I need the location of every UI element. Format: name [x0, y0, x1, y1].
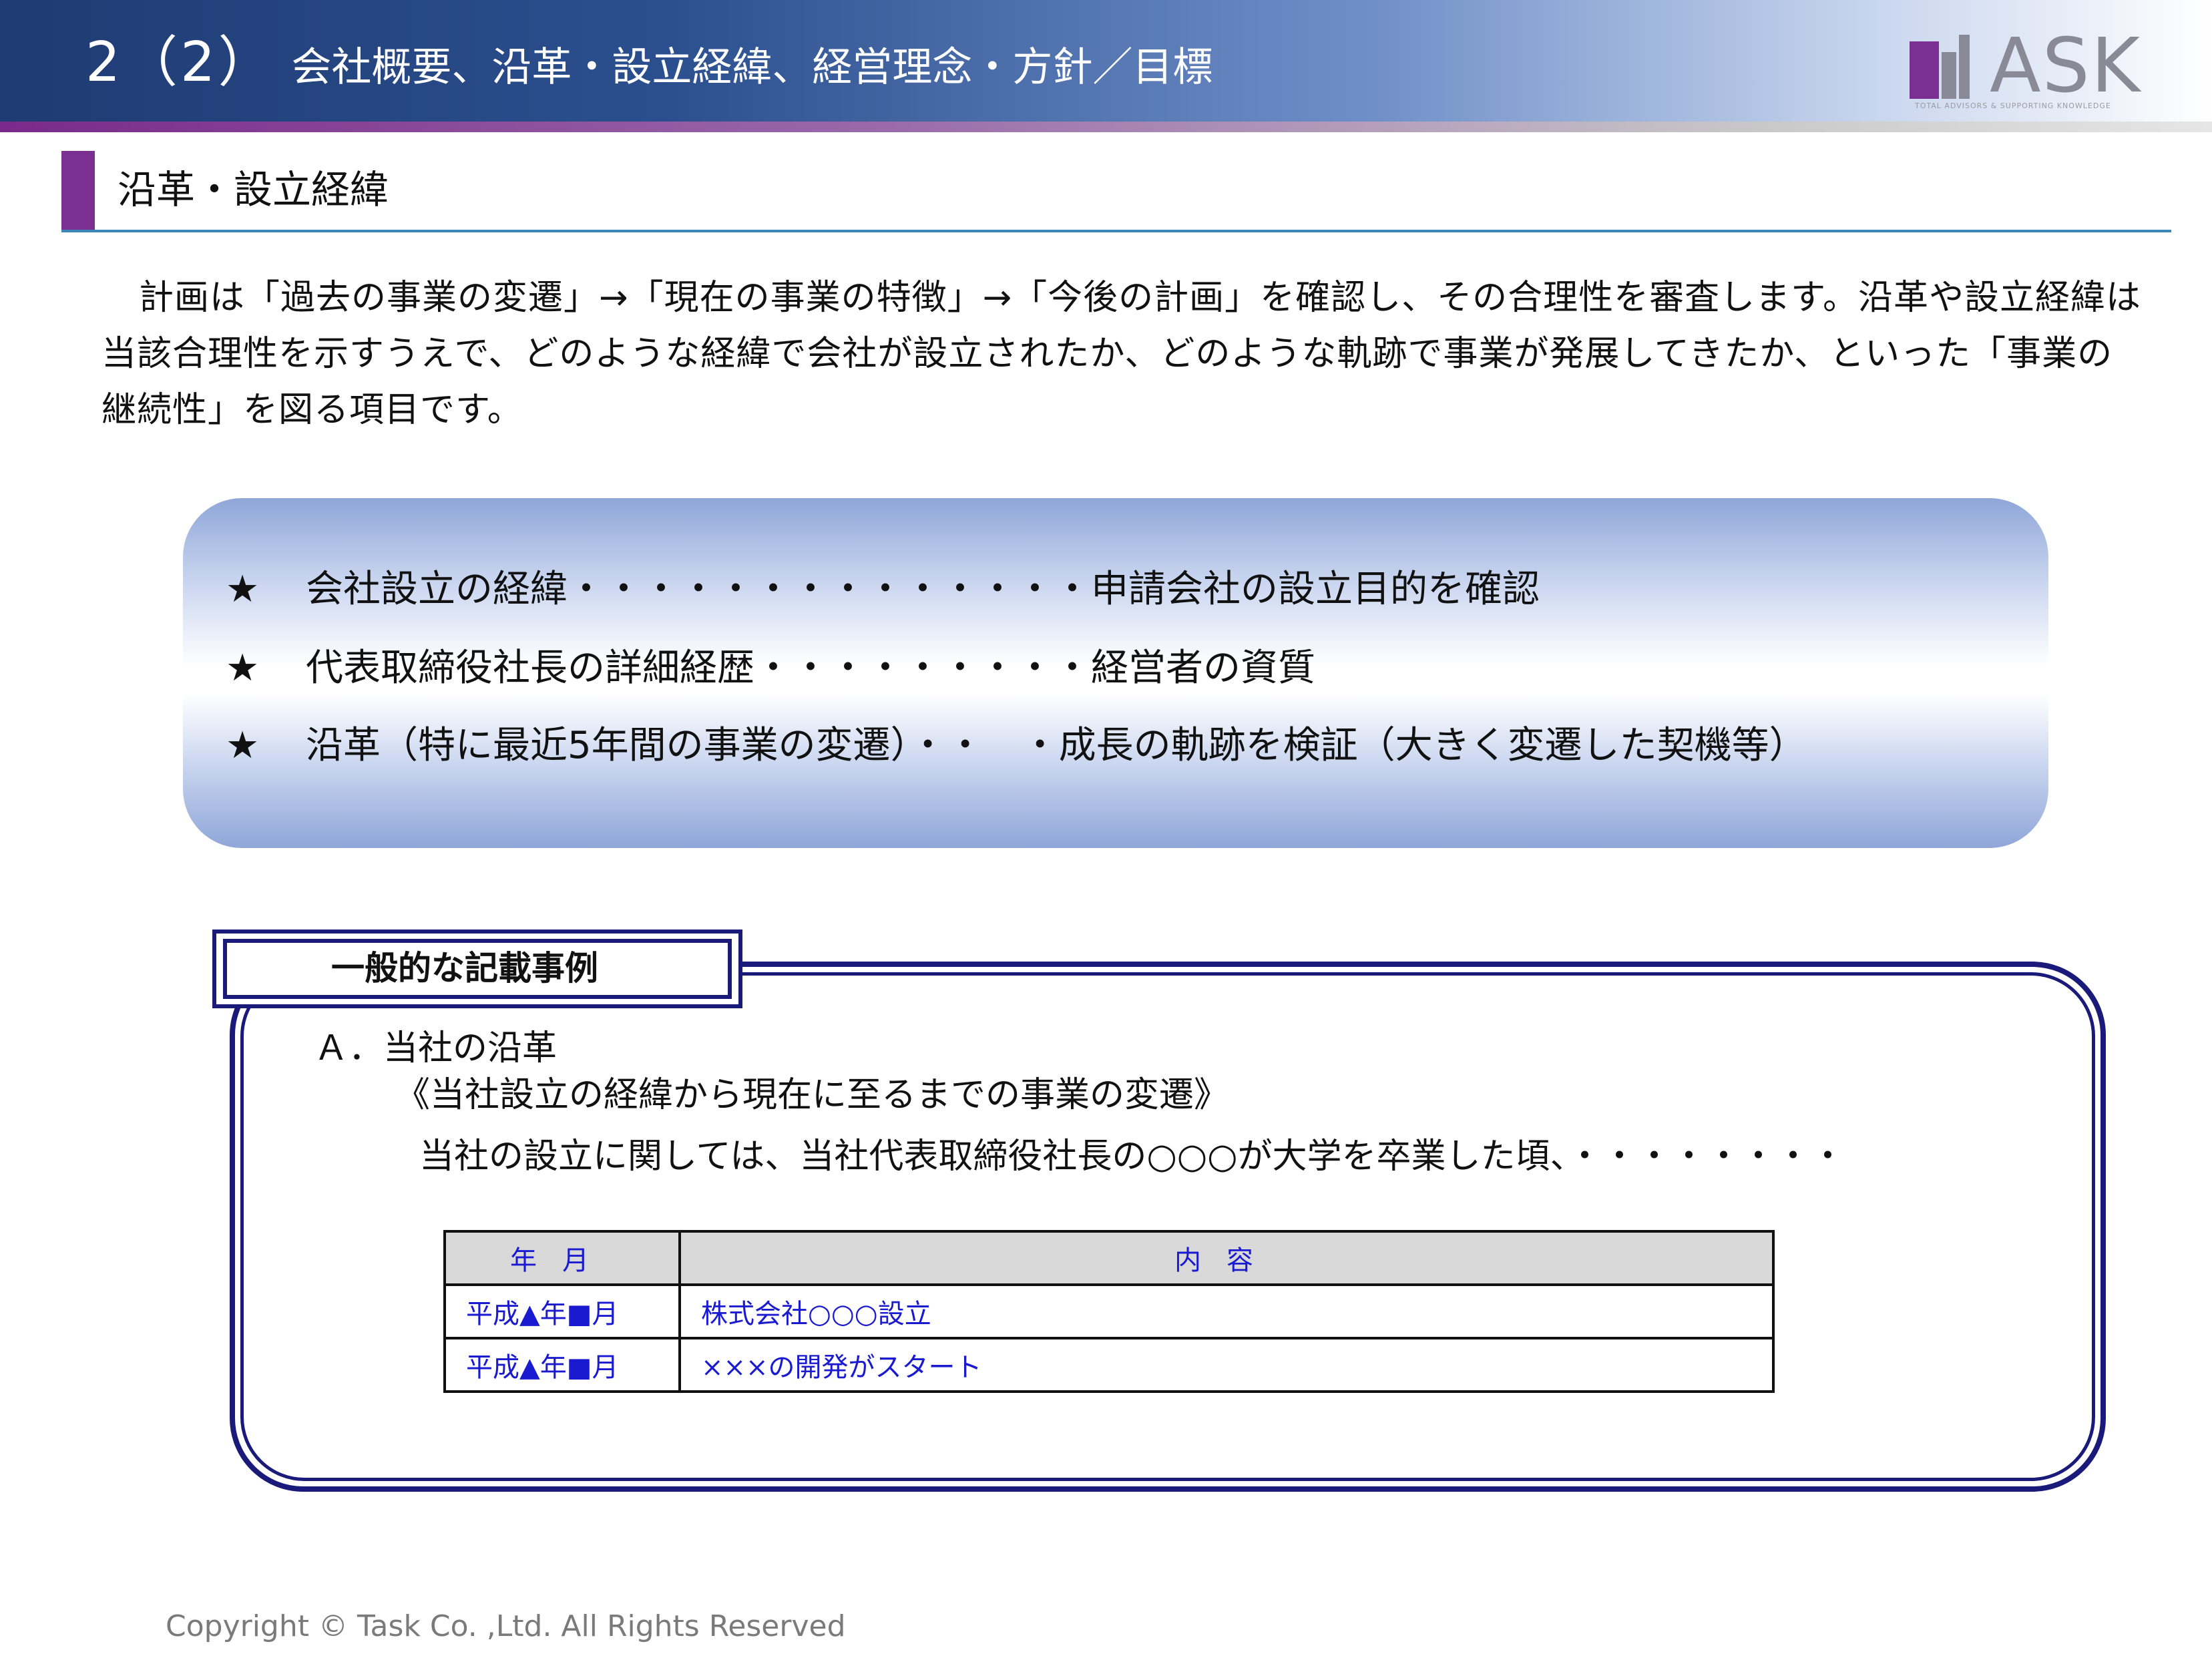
intro-paragraph: 計画は「過去の事業の変遷」→「現在の事業の特徴」→「今後の計画」を確認し、その合…: [101, 278, 2141, 430]
checklist-item: ★ 沿革（特に最近5年間の事業の変遷）・・ ・成長の軌跡を検証（大きく変遷した契機…: [226, 716, 1807, 776]
page-title-number: 2（2）: [85, 31, 276, 94]
checklist-item-text: 沿革（特に最近5年間の事業の変遷）・・ ・成長の軌跡を検証（大きく変遷した契機等…: [306, 724, 1807, 767]
star-icon: ★: [226, 646, 260, 690]
table-cell-content: 株式会社○○○設立: [678, 1283, 1775, 1339]
checklist-item: ★ 会社設立の経緯・・・・・・・・・・・・・・申請会社の設立目的を確認: [226, 560, 1540, 620]
table-row: 平成▲年■月 ×××の開発がスタート: [443, 1337, 1775, 1393]
section-divider: [61, 230, 2171, 232]
table-cell-date: 平成▲年■月: [443, 1283, 681, 1339]
logo-text: ASK: [1990, 23, 2142, 110]
section-marker: [61, 151, 95, 232]
page-title-text: 会社概要、沿革・設立経緯、経営理念・方針／目標: [291, 44, 1213, 91]
checklist-item: ★ 代表取締役社長の詳細経歴・・・・・・・・・経営者の資質: [226, 638, 1315, 698]
history-table: 年月 内容 平成▲年■月 株式会社○○○設立 平成▲年■月 ×××の開発がスター…: [443, 1230, 1775, 1393]
example-heading: Ａ．当社の沿革: [314, 1028, 558, 1068]
example-label: 一般的な記載事例: [223, 939, 732, 999]
table-header-date: 年月: [443, 1230, 681, 1286]
table-cell-content: ×××の開発がスタート: [678, 1337, 1775, 1393]
table-row: 平成▲年■月 株式会社○○○設立: [443, 1283, 1775, 1339]
table-cell-date: 平成▲年■月: [443, 1337, 681, 1393]
example-body: 当社の設立に関しては、当社代表取締役社長の○○○が大学を卒業した頃、・・・・・・…: [419, 1136, 1845, 1177]
star-icon: ★: [226, 724, 260, 767]
company-logo: ASK TOTAL ADVISORS & SUPPORTING KNOWLEDG…: [1910, 23, 2150, 119]
star-icon: ★: [226, 568, 260, 611]
logo-mark-icon: [1910, 35, 1970, 99]
example-subheading: 《当社設立の経緯から現在に至るまでの事業の変遷》: [395, 1075, 1229, 1115]
table-header-content: 内容: [678, 1230, 1775, 1286]
page-title: 2（2） 会社概要、沿革・設立経緯、経営理念・方針／目標: [85, 25, 1212, 100]
table-header-row: 年月 内容: [443, 1230, 1775, 1286]
checklist-item-text: 会社設立の経緯・・・・・・・・・・・・・・申請会社の設立目的を確認: [306, 568, 1540, 611]
logo-subtext: TOTAL ADVISORS & SUPPORTING KNOWLEDGE: [1915, 101, 2111, 110]
copyright-footer: Copyright © Task Co. ,Ltd. All Rights Re…: [166, 1609, 846, 1643]
section-title: 沿革・設立経緯: [118, 167, 389, 212]
header-accent-stripe: [0, 122, 2212, 132]
checklist-item-text: 代表取締役社長の詳細経歴・・・・・・・・・経営者の資質: [306, 646, 1315, 690]
